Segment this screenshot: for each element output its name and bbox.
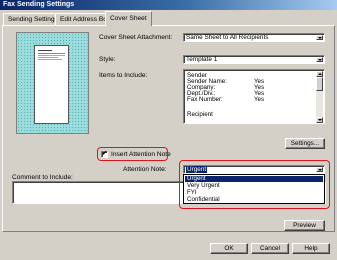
attention-note-value: Urgent bbox=[186, 166, 208, 173]
tab-sending-settings[interactable]: Sending Settings bbox=[3, 13, 63, 25]
items-scrollbar[interactable] bbox=[316, 71, 323, 123]
attention-checkbox-callout bbox=[97, 147, 168, 161]
items-label: Items to Include: bbox=[99, 72, 148, 79]
style-label: Style: bbox=[99, 56, 116, 63]
cancel-button[interactable]: Cancel bbox=[251, 243, 289, 254]
attachment-value: Same Sheet to All Recipients bbox=[186, 34, 269, 41]
preview-button[interactable]: Preview bbox=[284, 220, 325, 231]
style-value: Template 1 bbox=[186, 56, 218, 63]
dropdown-option-very-urgent[interactable]: Very Urgent bbox=[185, 182, 323, 189]
list-item: Recipient bbox=[187, 111, 213, 118]
attachment-label: Cover Sheet Attachment: bbox=[99, 34, 173, 41]
dropdown-option-confidential[interactable]: Confidential bbox=[185, 196, 323, 203]
ok-button[interactable]: OK bbox=[210, 243, 248, 254]
attachment-select[interactable]: Same Sheet to All Recipients bbox=[183, 33, 325, 42]
chevron-down-icon[interactable] bbox=[316, 167, 323, 172]
settings-button[interactable]: Settings... bbox=[285, 138, 325, 149]
comment-label: Comment to Include: bbox=[12, 174, 73, 181]
attention-note-dropdown[interactable]: Urgent Very Urgent FYI Confidential bbox=[183, 174, 325, 204]
help-button[interactable]: Help bbox=[292, 243, 330, 254]
scroll-down-icon[interactable] bbox=[316, 117, 323, 123]
chevron-down-icon[interactable] bbox=[316, 57, 323, 62]
style-select[interactable]: Template 1 bbox=[183, 55, 325, 64]
list-item: Fax Number: bbox=[187, 96, 223, 103]
list-item-value: Yes bbox=[254, 96, 265, 103]
attention-note-label: Attention Note: bbox=[123, 166, 167, 173]
cover-sheet-page-image bbox=[34, 45, 69, 124]
window-title: Fax Sending Settings bbox=[3, 1, 75, 8]
attention-note-select[interactable]: Urgent bbox=[183, 165, 325, 174]
chevron-down-icon[interactable] bbox=[316, 35, 323, 40]
title-bar: Fax Sending Settings bbox=[0, 0, 337, 10]
items-list[interactable]: Sender Sender Name: Yes Company: Yes Dep… bbox=[183, 69, 325, 124]
tab-cover-sheet[interactable]: Cover Sheet bbox=[105, 11, 152, 26]
scroll-thumb[interactable] bbox=[316, 77, 323, 91]
